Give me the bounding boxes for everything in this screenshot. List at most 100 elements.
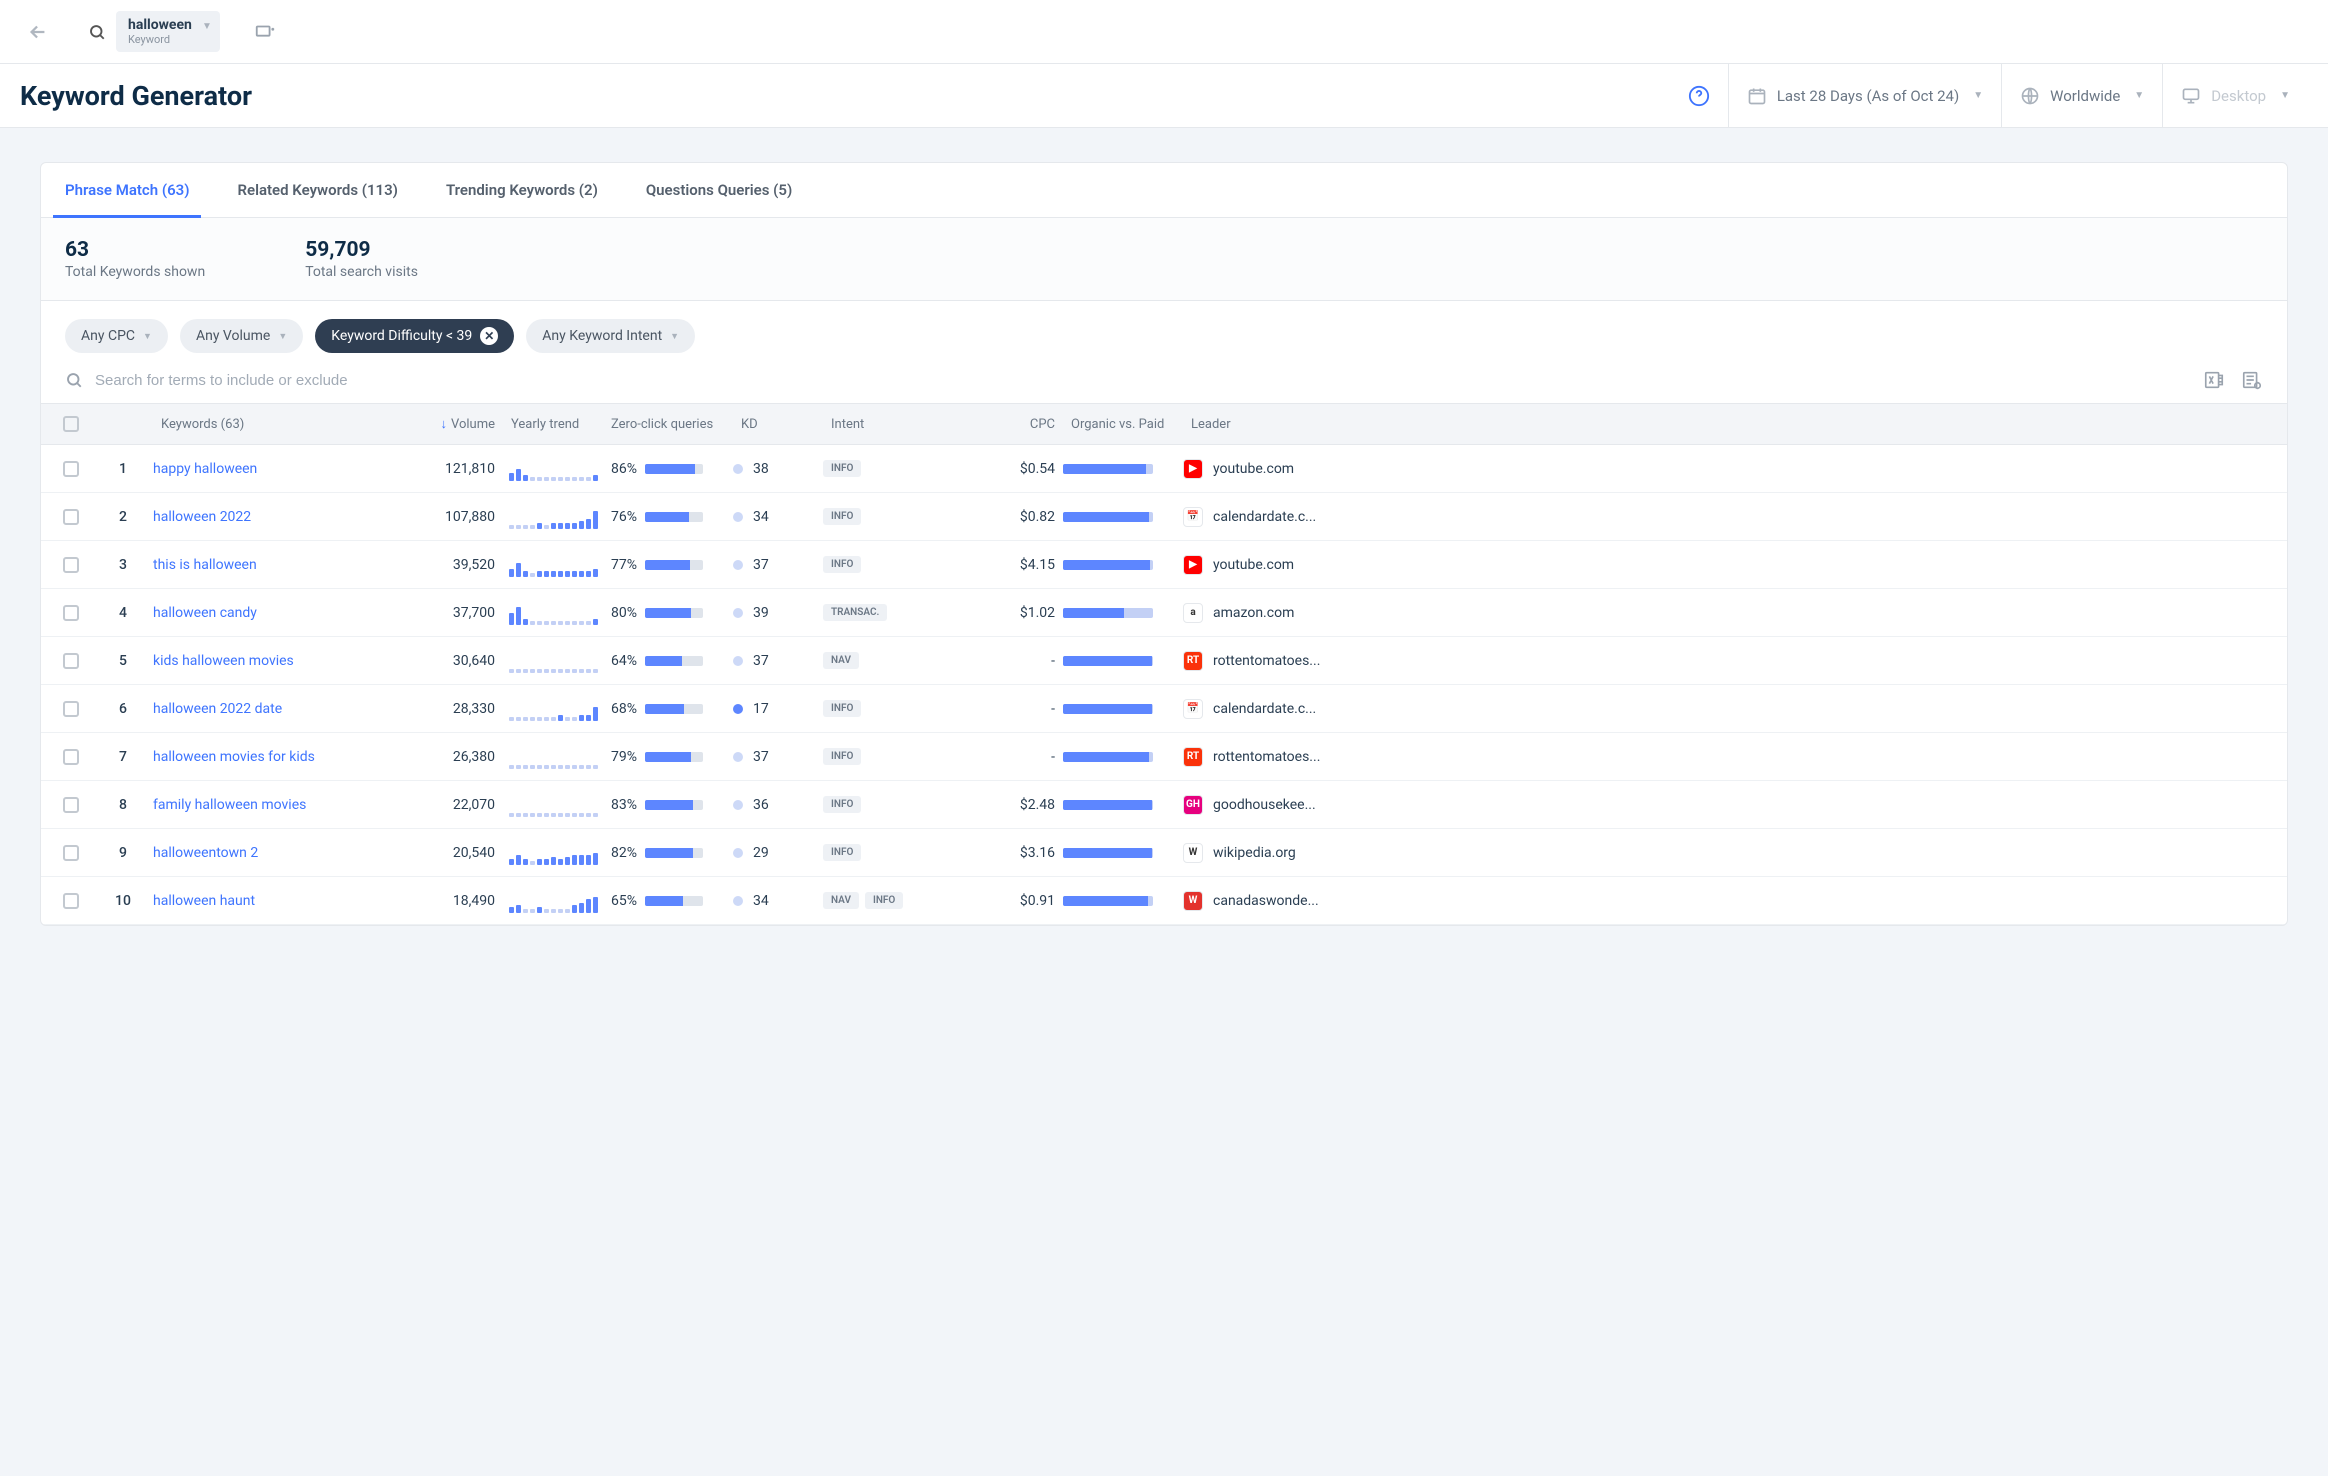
keyword-link[interactable]: kids halloween movies [153,653,294,669]
leader-cell: a amazon.com [1183,603,1363,623]
table-row: 3 this is halloween 39,520 77% 37 INFO $… [41,541,2287,589]
row-checkbox[interactable] [63,845,79,861]
kd-cell: 38 [733,461,823,477]
keyword-link[interactable]: this is halloween [153,557,257,573]
keyword-link[interactable]: family halloween movies [153,797,306,813]
date-range-selector[interactable]: Last 28 Days (As of Oct 24) ▼ [1728,64,2001,127]
intent-chip: INFO [823,844,861,861]
zero-click-cell: 76% [603,509,733,525]
keyword-chip[interactable]: halloween Keyword ▼ [116,11,220,52]
zero-click-cell: 68% [603,701,733,717]
keyword-link[interactable]: halloweentown 2 [153,845,258,861]
chevron-down-icon: ▼ [278,331,287,342]
region-selector[interactable]: Worldwide ▼ [2001,64,2162,127]
total-visits-value: 59,709 [305,238,418,262]
search-icon [65,371,83,389]
tab[interactable]: Related Keywords (113) [237,163,397,217]
tab[interactable]: Phrase Match (63) [65,163,189,217]
favicon: W [1183,843,1203,863]
ovp-cell [1063,896,1183,906]
monitor-icon [2181,86,2201,106]
ovp-cell [1063,512,1183,522]
tab[interactable]: Trending Keywords (2) [446,163,598,217]
help-icon[interactable] [1688,85,1710,107]
keyword-value: halloween [128,17,192,33]
table-row: 1 happy halloween 121,810 86% 38 INFO $0… [41,445,2287,493]
chevron-down-icon: ▼ [1973,90,1983,101]
total-visits-label: Total search visits [305,264,418,280]
cpc-value: $3.16 [953,845,1063,861]
row-checkbox[interactable] [63,797,79,813]
zero-click-cell: 64% [603,653,733,669]
col-ovp[interactable]: Organic vs. Paid [1063,417,1183,432]
filter-difficulty[interactable]: Keyword Difficulty < 39 ✕ [315,319,514,353]
intent-cell: INFO [823,460,953,477]
col-kd[interactable]: KD [733,417,823,432]
filter-volume[interactable]: Any Volume ▼ [180,319,303,353]
col-volume[interactable]: ↓Volume [393,416,503,432]
favicon: W [1183,891,1203,911]
filter-volume-label: Any Volume [196,328,270,344]
intent-chip: INFO [823,700,861,717]
keyword-link[interactable]: halloween candy [153,605,257,621]
keyword-link[interactable]: happy halloween [153,461,257,477]
filter-intent[interactable]: Any Keyword Intent ▼ [526,319,695,353]
volume-value: 18,490 [393,893,503,909]
ovp-cell [1063,608,1183,618]
keyword-link[interactable]: halloween haunt [153,893,255,909]
row-checkbox[interactable] [63,605,79,621]
intent-cell: INFO [823,700,953,717]
volume-value: 22,070 [393,797,503,813]
kd-cell: 34 [733,509,823,525]
row-checkbox[interactable] [63,461,79,477]
zero-click-cell: 86% [603,461,733,477]
back-button[interactable] [20,14,56,50]
chevron-down-icon: ▼ [202,21,212,32]
col-zero-click[interactable]: Zero-click queries [603,417,733,432]
row-checkbox[interactable] [63,701,79,717]
ovp-cell [1063,464,1183,474]
filter-cpc[interactable]: Any CPC ▼ [65,319,168,353]
kd-cell: 39 [733,605,823,621]
row-checkbox[interactable] [63,653,79,669]
date-range-label: Last 28 Days (As of Oct 24) [1777,87,1959,105]
ovp-cell [1063,800,1183,810]
compare-icon[interactable] [254,21,276,43]
cpc-value: $0.82 [953,509,1063,525]
kd-cell: 37 [733,653,823,669]
settings-icon[interactable] [2241,369,2263,391]
row-checkbox[interactable] [63,557,79,573]
keyword-link[interactable]: halloween 2022 [153,509,251,525]
filter-intent-label: Any Keyword Intent [542,328,662,344]
col-intent[interactable]: Intent [823,417,953,432]
intent-cell: NAV [823,652,953,669]
col-keywords[interactable]: Keywords (63) [153,417,393,432]
volume-value: 37,700 [393,605,503,621]
col-leader[interactable]: Leader [1183,417,1363,432]
row-checkbox[interactable] [63,749,79,765]
row-index: 6 [93,701,153,717]
table-row: 9 halloweentown 2 20,540 82% 29 INFO $3.… [41,829,2287,877]
device-selector[interactable]: Desktop ▼ [2162,64,2308,127]
intent-cell: INFO [823,796,953,813]
volume-value: 26,380 [393,749,503,765]
col-cpc[interactable]: CPC [953,417,1063,432]
zero-click-cell: 83% [603,797,733,813]
search-input[interactable] [95,372,2191,389]
row-checkbox[interactable] [63,509,79,525]
keyword-link[interactable]: halloween 2022 date [153,701,282,717]
col-yearly-trend[interactable]: Yearly trend [503,417,603,432]
globe-icon [2020,86,2040,106]
keyword-link[interactable]: halloween movies for kids [153,749,315,765]
ovp-cell [1063,704,1183,714]
favicon: 📅 [1183,507,1203,527]
close-icon[interactable]: ✕ [480,327,498,345]
leader-cell: RT rottentomatoes... [1183,651,1363,671]
export-excel-icon[interactable] [2203,369,2225,391]
row-index: 3 [93,557,153,573]
select-all-checkbox[interactable] [63,416,79,432]
volume-value: 39,520 [393,557,503,573]
tab[interactable]: Questions Queries (5) [646,163,792,217]
row-checkbox[interactable] [63,893,79,909]
region-label: Worldwide [2050,87,2120,105]
